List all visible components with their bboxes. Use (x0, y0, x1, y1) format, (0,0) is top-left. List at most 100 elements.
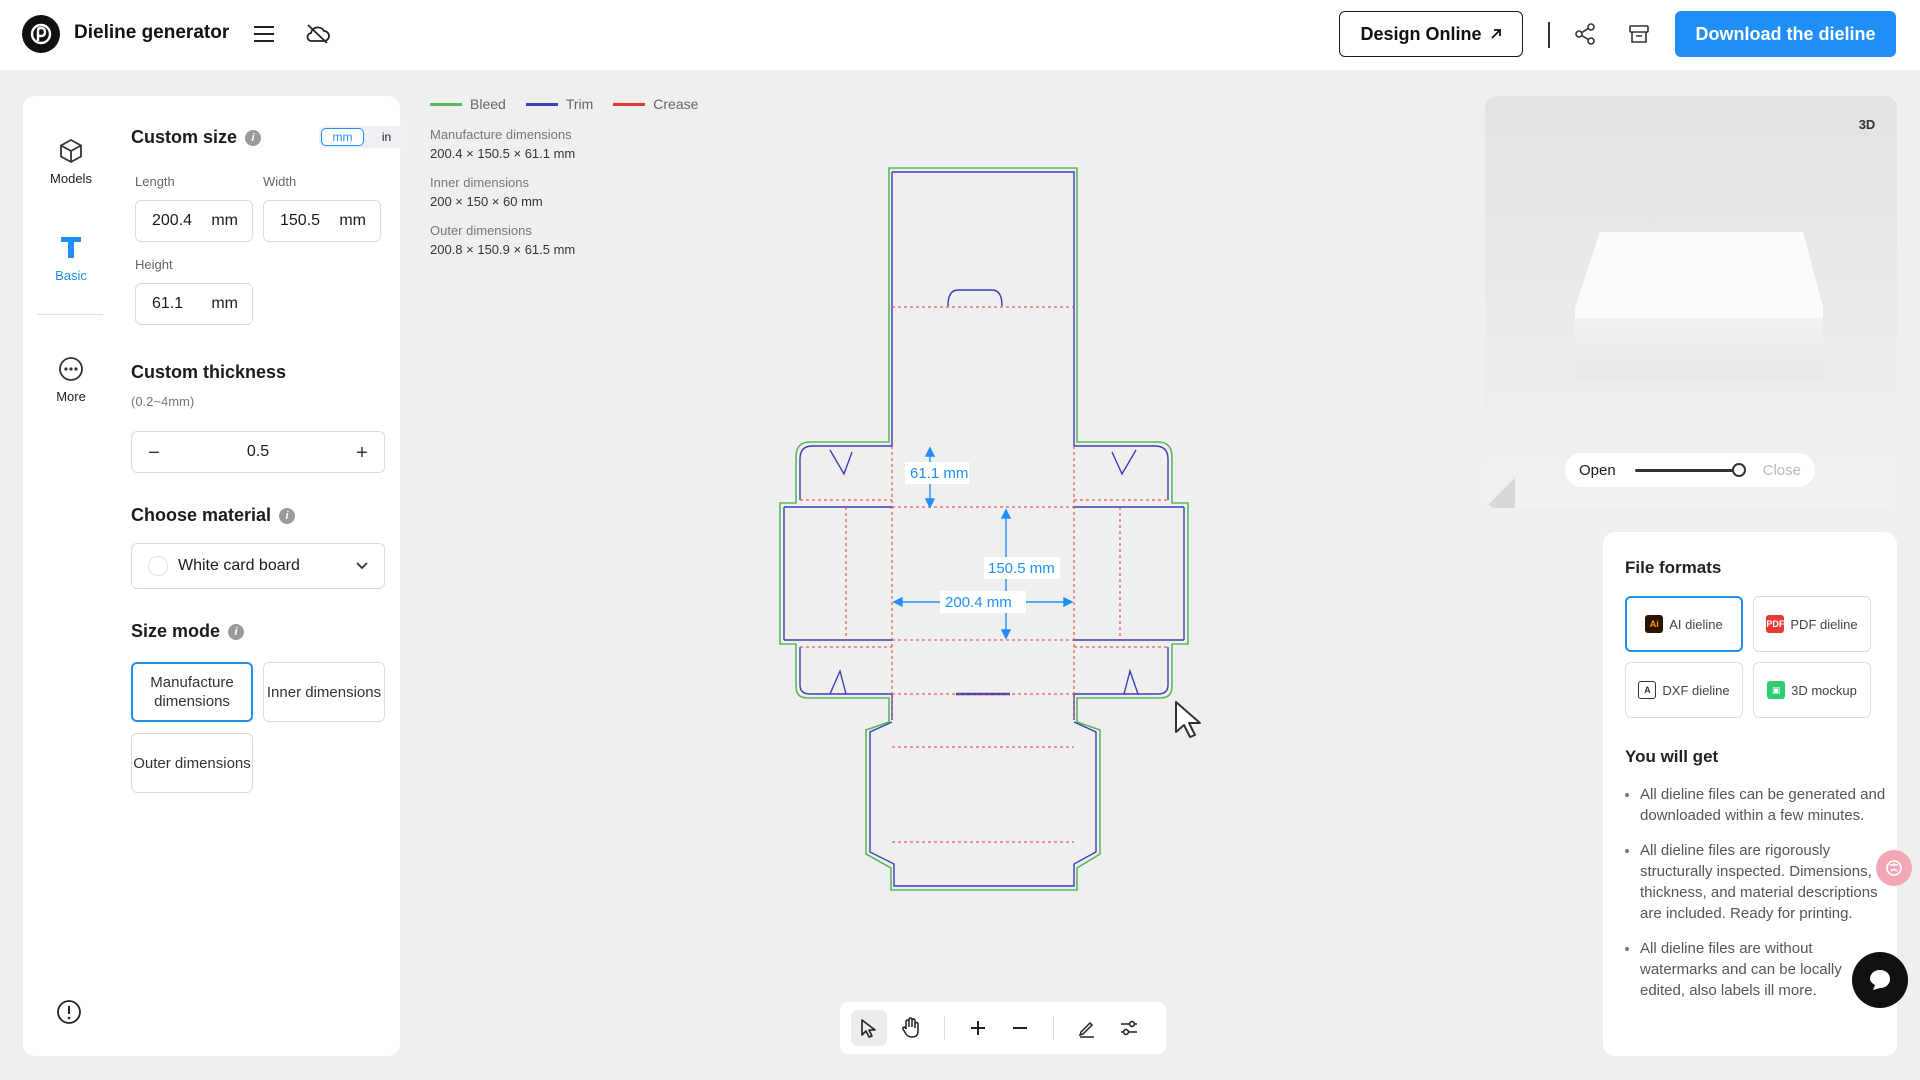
minus-icon (1013, 1027, 1027, 1029)
dieline-canvas[interactable]: 61.1 mm 150.5 mm 200.4 mm (760, 160, 1220, 900)
preview-corner-tab (1485, 478, 1515, 508)
download-dieline-button[interactable]: Download the dieline (1675, 11, 1896, 57)
chat-button[interactable] (1852, 952, 1908, 1008)
benefit-item: All dieline files can be generated and d… (1625, 784, 1887, 826)
custom-size-title: Custom size i (131, 127, 262, 148)
line-legend: Bleed Trim Crease (430, 96, 698, 112)
inner-dimensions-value: 200 × 150 × 60 mm (430, 194, 543, 209)
slider-track[interactable] (1635, 469, 1739, 472)
logo-mark-icon (30, 23, 52, 45)
info-icon[interactable] (55, 998, 83, 1026)
open-label: Open (1579, 461, 1616, 479)
benefit-item: All dieline files are rigorously structu… (1625, 840, 1887, 924)
inner-dimensions: Inner dimensions 200 × 150 × 60 mm (430, 175, 670, 209)
pdf-file-icon: PDF (1766, 615, 1785, 633)
help-icon[interactable]: i (245, 129, 262, 146)
thickness-increase-button[interactable]: + (348, 439, 376, 467)
ai-file-icon: Ai (1645, 615, 1664, 633)
app-title: Dieline generator (74, 22, 230, 43)
format-ai-label: AI dieline (1669, 616, 1723, 632)
size-mode-manufacture[interactable]: Manufacture dimensions (131, 662, 253, 722)
rail-item-models[interactable]: Models (31, 126, 111, 196)
3d-preview[interactable]: 3D Open Close (1485, 96, 1897, 508)
format-dxf-label: DXF dieline (1662, 682, 1730, 698)
adjust-settings-button[interactable] (1111, 1010, 1147, 1046)
open-close-slider[interactable]: Open Close (1565, 453, 1815, 487)
toolbar-divider (1053, 1016, 1054, 1040)
select-tool-button[interactable] (851, 1010, 887, 1046)
translate-icon (1886, 860, 1902, 876)
toolbar-divider (944, 1016, 945, 1040)
format-ai-dieline[interactable]: Ai AI dieline (1625, 596, 1743, 652)
benefit-item: All dieline files are without watermarks… (1625, 938, 1887, 1001)
format-pdf-dieline[interactable]: PDF PDF dieline (1753, 596, 1871, 652)
width-label: Width (263, 174, 297, 189)
custom-thickness-heading: Custom thickness (131, 362, 287, 382)
list-fade (1603, 1026, 1897, 1056)
chevron-down-icon (356, 562, 368, 570)
legend-label-bleed: Bleed (470, 96, 506, 112)
pan-tool-button[interactable] (893, 1010, 929, 1046)
design-online-button[interactable]: Design Online (1339, 11, 1523, 57)
thickness-decrease-button[interactable]: − (140, 439, 168, 467)
cloud-off-icon[interactable] (302, 18, 334, 50)
height-label: Height (135, 257, 173, 272)
3d-view-button[interactable]: 3D (1851, 110, 1883, 138)
width-dimension-label: 150.5 mm (988, 560, 1055, 577)
help-icon[interactable]: i (279, 507, 296, 524)
outer-dimensions-label: Outer dimensions (430, 223, 532, 238)
height-field[interactable]: 61.1 mm (135, 283, 253, 325)
assistant-float-button[interactable] (1876, 850, 1912, 886)
you-will-get-title: You will get (1625, 747, 1719, 766)
edit-tool-button[interactable] (1069, 1010, 1105, 1046)
height-value: 61.1 (152, 295, 184, 312)
size-mode-outer[interactable]: Outer dimensions (131, 733, 253, 793)
length-field[interactable]: 200.4 mm (135, 200, 253, 242)
rail-item-more[interactable]: More (31, 344, 111, 414)
size-mode-inner[interactable]: Inner dimensions (263, 662, 385, 722)
custom-size-heading: Custom size (131, 127, 238, 147)
choose-material-title: Choose material i (131, 505, 296, 526)
zoom-out-button[interactable] (1002, 1010, 1038, 1046)
benefits-list: All dieline files can be generated and d… (1625, 784, 1887, 1015)
unit-mm-option[interactable]: mm (321, 128, 364, 146)
legend-swatch-crease (613, 102, 646, 106)
height-dimension-label: 61.1 mm (910, 465, 968, 482)
length-value: 200.4 (152, 212, 193, 229)
rail-item-basic[interactable]: Basic (31, 222, 111, 292)
box-model-front (1575, 318, 1823, 380)
left-panel: Models Basic More Custom size i mm in Le… (23, 96, 409, 1056)
legend-trim: Trim (525, 96, 594, 112)
choose-material-heading: Choose material (131, 505, 272, 525)
material-select[interactable]: White card board (131, 543, 385, 589)
format-dxf-dieline[interactable]: A DXF dieline (1625, 662, 1743, 718)
thickness-value[interactable]: 0.5 (182, 443, 334, 461)
legend-swatch-bleed (430, 102, 462, 106)
manufacture-dimensions-value: 200.4 × 150.5 × 61.1 mm (430, 146, 576, 161)
custom-thickness-title: Custom thickness (131, 362, 286, 383)
legend-label-trim: Trim (565, 96, 594, 112)
zoom-in-button[interactable] (960, 1010, 996, 1046)
side-rail: Models Basic More (23, 96, 119, 1056)
rail-label-models: Models (50, 170, 92, 186)
file-formats-title: File formats (1625, 558, 1722, 577)
close-label: Close (1762, 461, 1801, 479)
dxf-file-icon: A (1638, 681, 1657, 699)
sliders-icon (1121, 1020, 1137, 1036)
app-logo (22, 15, 60, 53)
share-icon[interactable] (1569, 18, 1601, 50)
format-3d-mockup[interactable]: ▣ 3D mockup (1753, 662, 1871, 718)
material-selected: White card board (178, 557, 300, 574)
external-arrow-icon (1490, 29, 1501, 39)
unit-in-option[interactable]: in (366, 128, 407, 146)
size-mode-heading: Size mode (131, 621, 221, 641)
width-field[interactable]: 150.5 mm (263, 200, 381, 242)
width-unit: mm (339, 212, 366, 229)
archive-icon[interactable] (1623, 18, 1655, 50)
manufacture-dimensions-label: Manufacture dimensions (430, 127, 572, 142)
help-icon[interactable]: i (228, 623, 245, 640)
thickness-stepper: − 0.5 + (131, 431, 385, 473)
slider-thumb[interactable] (1732, 463, 1746, 477)
box-model-top (1575, 232, 1823, 324)
menu-icon[interactable] (248, 18, 280, 50)
